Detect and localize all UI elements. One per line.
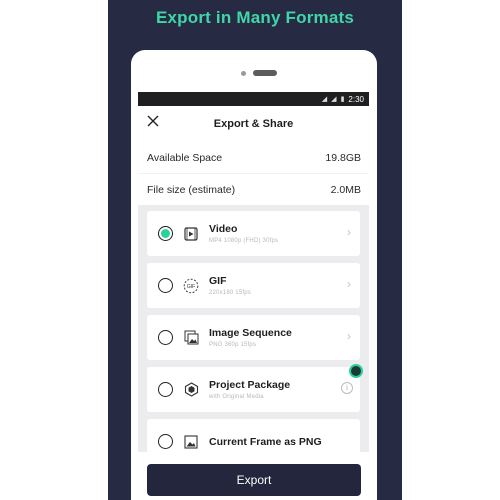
available-space-row: Available Space 19.8GB — [138, 142, 369, 173]
info-icon[interactable]: i — [341, 382, 353, 394]
dialog-title: Export & Share — [213, 118, 294, 130]
wifi-icon: ◢ — [321, 96, 328, 103]
status-bar: ◢ ◢ ▮ 2:30 — [138, 92, 369, 106]
battery-icon: ▮ — [340, 96, 345, 103]
format-details: 220x180 15fps — [209, 290, 251, 296]
format-option-video[interactable]: Video MP4 1080p (FHD) 30fps › — [147, 211, 360, 256]
radio-gif[interactable] — [158, 278, 173, 293]
file-size-value: 2.0MB — [330, 183, 361, 196]
radio-image-sequence[interactable] — [158, 330, 173, 345]
speaker-grille — [253, 70, 277, 76]
format-option-image-sequence[interactable]: Image Sequence PNG 360p 15fps › — [147, 315, 360, 360]
package-icon — [183, 382, 199, 398]
available-space-label: Available Space — [147, 151, 223, 164]
format-option-project-package[interactable]: Project Package with Original Media i — [147, 367, 360, 412]
format-name: Project Package — [209, 379, 291, 391]
signal-icon: ◢ — [331, 96, 337, 103]
radio-video[interactable] — [158, 226, 173, 241]
image-stack-icon — [183, 330, 199, 346]
available-space-value: 19.8GB — [325, 151, 361, 164]
format-name: Image Sequence — [209, 327, 292, 339]
video-file-icon — [183, 226, 199, 242]
format-list: Video MP4 1080p (FHD) 30fps › GIF GIF 22… — [138, 205, 369, 464]
chevron-right-icon: › — [347, 329, 351, 343]
svg-text:GIF: GIF — [187, 284, 195, 290]
format-details: MP4 1080p (FHD) 30fps — [209, 238, 279, 244]
format-name: Video — [209, 223, 238, 235]
format-details: with Original Media — [209, 394, 264, 400]
close-icon[interactable] — [144, 114, 162, 132]
floating-action-icon[interactable] — [349, 364, 363, 378]
radio-current-frame[interactable] — [158, 434, 173, 449]
file-size-row: File size (estimate) 2.0MB — [138, 174, 369, 205]
chevron-right-icon: › — [347, 277, 351, 291]
format-name: GIF — [209, 275, 227, 287]
phone-screen: ◢ ◢ ▮ 2:30 Export & Share Available Spac… — [138, 92, 369, 500]
camera-dot — [241, 71, 246, 76]
promo-headline: Export in Many Formats — [155, 8, 355, 27]
format-details: PNG 360p 15fps — [209, 342, 257, 348]
radio-project-package[interactable] — [158, 382, 173, 397]
chevron-right-icon: › — [347, 225, 351, 239]
file-size-label: File size (estimate) — [147, 183, 236, 196]
gif-icon: GIF — [183, 278, 199, 294]
format-option-gif[interactable]: GIF GIF 220x180 15fps › — [147, 263, 360, 308]
dialog-header: Export & Share — [138, 106, 369, 142]
format-name: Current Frame as PNG — [209, 435, 322, 448]
export-button[interactable]: Export — [147, 464, 361, 496]
status-time: 2:30 — [348, 94, 364, 104]
image-icon — [183, 434, 199, 450]
